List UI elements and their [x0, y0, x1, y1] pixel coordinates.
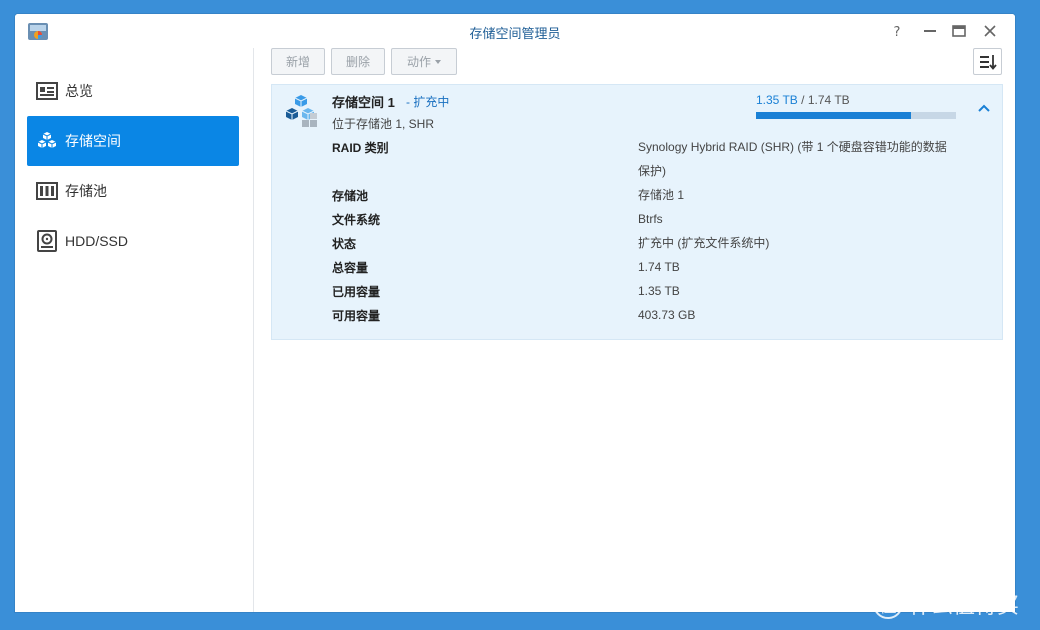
detail-key: RAID 类别 — [332, 141, 389, 155]
svg-text:?: ? — [894, 25, 901, 40]
detail-key: 总容量 — [332, 261, 369, 275]
sort-button[interactable] — [973, 48, 1002, 75]
detail-value: 403.73 GB — [638, 308, 696, 322]
watermark-text: 什么值得买 — [909, 593, 1020, 618]
sidebar-item-storage-pool[interactable]: 存储池 — [27, 166, 239, 216]
detail-key: 存储池 — [332, 189, 369, 203]
status-detail-link[interactable]: 扩充中 (扩充文件系统中) — [638, 231, 948, 255]
chevron-up-icon[interactable] — [976, 101, 992, 117]
detail-value: Synology Hybrid RAID (SHR) (带 1 个硬盘容错功能的… — [638, 140, 947, 178]
caret-down-icon — [435, 59, 441, 64]
watermark-badge: 值 — [873, 589, 903, 619]
sidebar-item-label: HDD/SSD — [65, 233, 129, 249]
create-button[interactable]: 新增 — [271, 48, 325, 75]
volume-name: 存储空间 1 — [332, 95, 395, 110]
volume-location: 位于存储池 1, SHR — [332, 117, 435, 131]
sidebar-item-hdd-ssd[interactable]: HDD/SSD — [27, 216, 239, 266]
total-capacity: 1.74 TB — [807, 93, 850, 107]
overview-icon — [36, 82, 58, 100]
sidebar-item-overview[interactable]: 总览 — [27, 66, 239, 116]
detail-key: 文件系统 — [332, 213, 381, 227]
window-title: 存储空间管理员 — [469, 26, 561, 41]
hdd-icon — [37, 230, 57, 252]
detail-value: 存储池 1 — [638, 188, 685, 202]
volume-cubes-icon — [285, 95, 317, 127]
sidebar-item-label: 存储空间 — [65, 133, 121, 149]
usage-bar-fill — [756, 112, 912, 119]
detail-value: 1.35 TB — [638, 284, 680, 298]
volume-card[interactable]: 存储空间 1 - 扩充中 位于存储池 1, SHR 1.35 TB / 1.74… — [271, 84, 1003, 340]
sidebar: 总览 存储空间 存储池 HDD/SSD — [15, 48, 254, 612]
action-label: 动作 — [406, 55, 431, 69]
action-dropdown-button[interactable]: 动作 — [391, 48, 457, 75]
maximize-icon[interactable] — [950, 22, 968, 40]
sort-icon — [979, 54, 997, 70]
capacity-separator: / — [801, 93, 805, 107]
title-bar[interactable]: 存储空间管理员 ? — [15, 14, 1015, 48]
detail-value: 1.74 TB — [638, 260, 680, 274]
storage-pool-icon — [36, 182, 58, 200]
detail-key: 已用容量 — [332, 285, 381, 299]
detail-value: Btrfs — [638, 212, 663, 226]
capacity-readout: 1.35 TB / 1.74 TB — [756, 93, 850, 107]
minimize-icon[interactable] — [921, 22, 939, 40]
watermark: 值 什么值得买 — [873, 588, 1019, 620]
used-capacity: 1.35 TB — [756, 93, 798, 107]
storage-manager-window: 存储空间管理员 ? 总览 存储空间 存储池 HDD/SSD 新增 删除 动作 存… — [15, 14, 1015, 612]
detail-key: 状态 — [332, 237, 357, 251]
sidebar-item-label: 存储池 — [65, 183, 107, 199]
volume-status-link[interactable]: - 扩充中 — [406, 93, 449, 110]
sidebar-item-label: 总览 — [65, 83, 93, 99]
delete-button[interactable]: 删除 — [331, 48, 385, 75]
sidebar-item-volume[interactable]: 存储空间 — [27, 116, 239, 166]
close-icon[interactable] — [981, 22, 999, 40]
usage-bar — [756, 112, 956, 119]
detail-key: 可用容量 — [332, 309, 381, 323]
help-icon[interactable]: ? — [888, 22, 906, 40]
volume-cubes-icon — [37, 132, 57, 148]
